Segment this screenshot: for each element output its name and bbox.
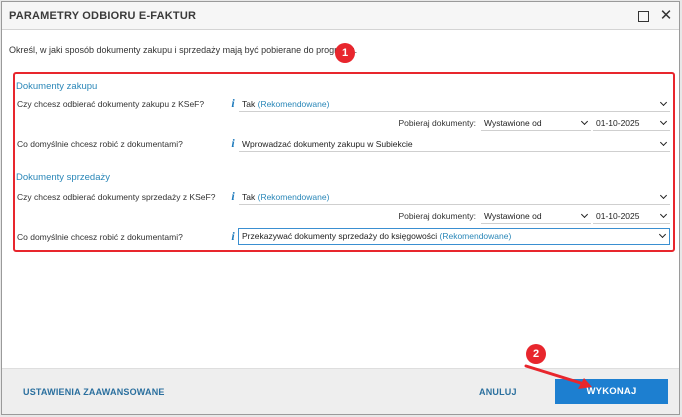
callout-arrow-icon [524,364,592,389]
purchase-receive-select[interactable]: Tak (Rekomendowane) [239,97,670,112]
chevron-down-icon [660,119,668,127]
section-title-purchase: Dokumenty zakupu [16,81,98,92]
section-title-sales: Dokumenty sprzedaży [16,172,110,183]
sales-default-label: Co domyślnie chcesz robić z dokumentami? [17,232,183,242]
info-icon[interactable]: i [229,229,237,244]
sales-fetch-label: Pobieraj dokumenty: [398,211,477,221]
sales-default-value: Przekazywać dokumenty sprzedaży do księg… [242,231,438,241]
sales-fetch-mode-value: Wystawione od [484,211,542,221]
callout-badge: 1 [335,43,355,63]
dialog: PARAMETRY ODBIORU E-FAKTUR ✕ Określ, w j… [1,1,680,415]
purchase-default-label: Co domyślnie chcesz robić z dokumentami? [17,139,183,149]
purchase-receive-label: Czy chcesz odbierać dokumenty zakupu z K… [17,99,205,109]
info-icon[interactable]: i [229,96,237,111]
sales-receive-select[interactable]: Tak (Rekomendowane) [239,190,670,205]
info-icon[interactable]: i [229,189,237,204]
purchase-default-value: Wprowadzać dokumenty zakupu w Subiekcie [242,139,413,149]
chevron-down-icon [660,212,668,220]
chevron-down-icon [581,119,589,127]
close-icon[interactable]: ✕ [658,8,674,24]
maximize-icon[interactable] [635,8,651,24]
chevron-down-icon [581,212,589,220]
sales-receive-label: Czy chcesz odbierać dokumenty sprzedaży … [17,192,216,202]
purchase-default-select[interactable]: Wprowadzać dokumenty zakupu w Subiekcie [239,137,670,152]
purchase-fetch-label: Pobieraj dokumenty: [398,118,477,128]
purchase-fetch-date-value: 01-10-2025 [596,118,640,128]
sales-default-recommended: (Rekomendowane) [439,231,512,241]
purchase-receive-value: Tak [242,99,256,109]
sales-fetch-date-picker[interactable]: 01-10-2025 [593,209,670,224]
title-bar: PARAMETRY ODBIORU E-FAKTUR ✕ [2,2,679,30]
sales-fetch-mode-select[interactable]: Wystawione od [481,209,591,224]
cancel-button[interactable]: ANULUJ [479,387,517,397]
info-icon[interactable]: i [229,136,237,151]
dialog-title: PARAMETRY ODBIORU E-FAKTUR [9,10,197,22]
chevron-down-icon [660,100,668,108]
sales-default-select[interactable]: Przekazywać dokumenty sprzedaży do księg… [238,228,670,245]
sales-receive-value: Tak [242,192,256,202]
chevron-down-icon [659,232,667,240]
purchase-receive-recommended: (Rekomendowane) [257,99,330,109]
purchase-fetch-date-picker[interactable]: 01-10-2025 [593,116,670,131]
callout-badge: 2 [526,344,546,364]
purchase-fetch-mode-select[interactable]: Wystawione od [481,116,591,131]
purchase-fetch-mode-value: Wystawione od [484,118,542,128]
chevron-down-icon [660,193,668,201]
sales-fetch-date-value: 01-10-2025 [596,211,640,221]
intro-text: Określ, w jaki sposób dokumenty zakupu i… [9,45,358,55]
advanced-settings-link[interactable]: USTAWIENIA ZAAWANSOWANE [23,387,165,397]
sales-receive-recommended: (Rekomendowane) [257,192,330,202]
chevron-down-icon [660,140,668,148]
